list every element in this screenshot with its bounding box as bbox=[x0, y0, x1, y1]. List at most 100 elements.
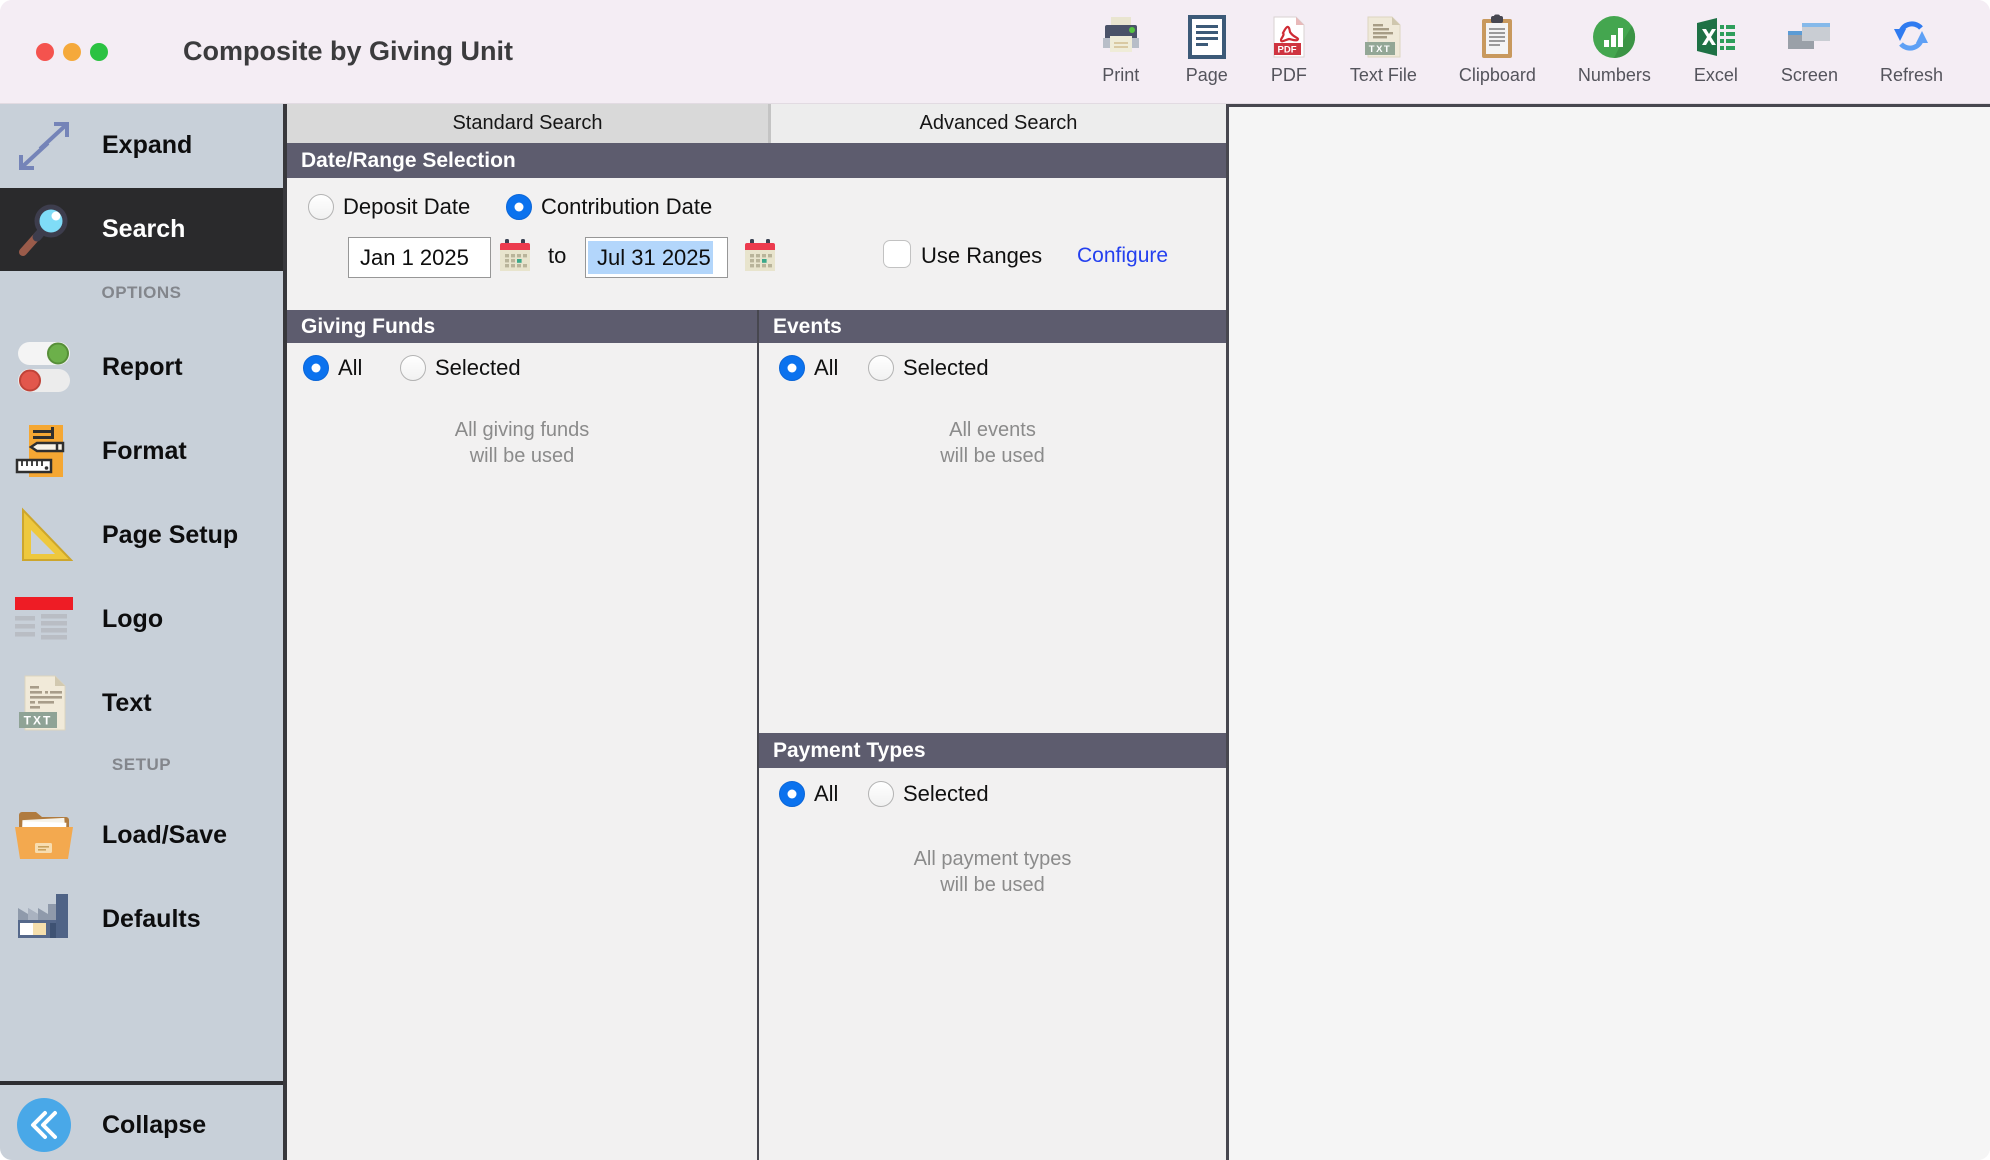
sidebar-item-format[interactable]: Format bbox=[0, 409, 283, 493]
events-selected-radio[interactable] bbox=[868, 355, 894, 381]
from-date-calendar-button[interactable] bbox=[499, 239, 531, 273]
use-ranges-checkbox[interactable] bbox=[883, 240, 911, 268]
payment-types-selected-label[interactable]: Selected bbox=[903, 781, 989, 807]
events-selected-label[interactable]: Selected bbox=[903, 355, 989, 381]
sidebar-item-collapse[interactable]: Collapse bbox=[0, 1087, 283, 1160]
tab-advanced-search[interactable]: Advanced Search bbox=[771, 103, 1226, 143]
giving-funds-selected-label[interactable]: Selected bbox=[435, 355, 521, 381]
giving-funds-all-radio[interactable] bbox=[303, 355, 329, 381]
date-range-section-body: Deposit Date Contribution Date Jan 1 202… bbox=[287, 178, 1226, 310]
text-file-button[interactable]: TXT Text File bbox=[1329, 12, 1438, 86]
calendar-icon bbox=[499, 239, 531, 273]
app-window: Composite by Giving Unit Print bbox=[0, 0, 1990, 1160]
configure-link[interactable]: Configure bbox=[1077, 244, 1168, 268]
payment-types-section-header: Payment Types bbox=[759, 733, 1226, 768]
giving-funds-selected-group[interactable]: Selected bbox=[400, 355, 521, 381]
folder-icon bbox=[12, 807, 76, 863]
sidebar-item-logo[interactable]: Logo bbox=[0, 577, 283, 661]
sidebar-item-label: Report bbox=[102, 353, 183, 382]
print-button[interactable]: Print bbox=[1077, 12, 1165, 86]
contribution-date-radio[interactable] bbox=[506, 194, 532, 220]
clipboard-button[interactable]: Clipboard bbox=[1438, 12, 1557, 86]
sidebar-item-label: Text bbox=[102, 689, 152, 718]
payment-types-all-radio[interactable] bbox=[779, 781, 805, 807]
deposit-date-radio[interactable] bbox=[308, 194, 334, 220]
sidebar-item-text[interactable]: TXT Text bbox=[0, 661, 283, 745]
deposit-date-radio-group[interactable]: Deposit Date bbox=[308, 194, 470, 220]
date-range-section-header: Date/Range Selection bbox=[287, 143, 1226, 178]
contribution-date-label[interactable]: Contribution Date bbox=[541, 194, 712, 220]
tab-standard-search[interactable]: Standard Search bbox=[287, 103, 771, 143]
sidebar-item-report[interactable]: Report bbox=[0, 325, 283, 409]
pdf-button[interactable]: PDF PDF bbox=[1249, 12, 1329, 86]
giving-funds-body: All Selected All giving funds will be us… bbox=[287, 343, 757, 1160]
payment-types-title: Payment Types bbox=[759, 733, 1226, 768]
giving-funds-title: Giving Funds bbox=[287, 310, 757, 343]
refresh-icon bbox=[1888, 12, 1934, 62]
screen-label: Screen bbox=[1781, 65, 1838, 86]
from-date-input[interactable]: Jan 1 2025 bbox=[348, 237, 491, 278]
use-ranges-label[interactable]: Use Ranges bbox=[921, 243, 1042, 269]
collapse-icon bbox=[12, 1096, 76, 1154]
zoom-window-button[interactable] bbox=[90, 43, 108, 61]
sidebar-item-label: Collapse bbox=[102, 1111, 206, 1140]
collapse-separator bbox=[0, 1081, 283, 1085]
minimize-window-button[interactable] bbox=[63, 43, 81, 61]
sidebar-item-load-save[interactable]: Load/Save bbox=[0, 793, 283, 877]
giving-funds-helper-text: All giving funds will be used bbox=[287, 417, 757, 469]
page-label: Page bbox=[1186, 65, 1228, 86]
giving-funds-all-label[interactable]: All bbox=[338, 355, 362, 381]
sidebar-item-label: Load/Save bbox=[102, 821, 227, 850]
payment-types-all-label[interactable]: All bbox=[814, 781, 838, 807]
payment-types-selected-radio[interactable] bbox=[868, 781, 894, 807]
screen-button[interactable]: Screen bbox=[1760, 12, 1859, 86]
sidebar-item-label: Page Setup bbox=[102, 521, 238, 550]
giving-funds-all-group[interactable]: All bbox=[303, 355, 362, 381]
pdf-badge-text: PDF bbox=[1277, 45, 1296, 56]
events-all-label[interactable]: All bbox=[814, 355, 838, 381]
numbers-icon bbox=[1591, 12, 1637, 62]
sidebar-item-label: Search bbox=[102, 215, 185, 244]
numbers-button[interactable]: Numbers bbox=[1557, 12, 1672, 86]
giving-funds-section-header: Giving Funds bbox=[287, 310, 757, 343]
print-label: Print bbox=[1102, 65, 1139, 86]
sidebar-item-search[interactable]: Search bbox=[0, 188, 283, 271]
payment-types-all-group[interactable]: All bbox=[779, 781, 838, 807]
payment-types-selected-group[interactable]: Selected bbox=[868, 781, 989, 807]
sidebar-item-defaults[interactable]: Defaults bbox=[0, 877, 283, 961]
report-preview-area bbox=[1226, 103, 1990, 1160]
to-date-value: Jul 31 2025 bbox=[588, 241, 713, 274]
pdf-icon: PDF bbox=[1270, 12, 1308, 62]
window-title: Composite by Giving Unit bbox=[183, 36, 513, 67]
toolbar: Print Page bbox=[1077, 12, 1964, 86]
events-selected-group[interactable]: Selected bbox=[868, 355, 989, 381]
sidebar-item-expand[interactable]: Expand bbox=[0, 103, 283, 188]
events-all-group[interactable]: All bbox=[779, 355, 838, 381]
events-all-radio[interactable] bbox=[779, 355, 805, 381]
refresh-label: Refresh bbox=[1880, 65, 1943, 86]
date-range-section-title: Date/Range Selection bbox=[287, 143, 1226, 178]
sidebar-item-label: Format bbox=[102, 437, 187, 466]
page-icon bbox=[1187, 12, 1227, 62]
payment-types-helper-text: All payment types will be used bbox=[759, 846, 1226, 898]
deposit-date-label[interactable]: Deposit Date bbox=[343, 194, 470, 220]
refresh-button[interactable]: Refresh bbox=[1859, 12, 1964, 86]
excel-button[interactable]: Excel bbox=[1672, 12, 1760, 86]
events-body: All Selected All events will be used bbox=[759, 343, 1226, 733]
close-window-button[interactable] bbox=[36, 43, 54, 61]
screen-icon bbox=[1784, 12, 1834, 62]
clipboard-icon bbox=[1479, 12, 1515, 62]
text-file-icon: TXT bbox=[1363, 12, 1403, 62]
to-date-calendar-button[interactable] bbox=[744, 239, 776, 273]
pdf-label: PDF bbox=[1271, 65, 1307, 86]
giving-funds-selected-radio[interactable] bbox=[400, 355, 426, 381]
contribution-date-radio-group[interactable]: Contribution Date bbox=[506, 194, 712, 220]
sidebar-txt-badge-text: TXT bbox=[24, 714, 53, 728]
sidebar-item-page-setup[interactable]: Page Setup bbox=[0, 493, 283, 577]
sidebar-border bbox=[283, 103, 287, 1160]
calendar-icon bbox=[744, 239, 776, 273]
page-button[interactable]: Page bbox=[1165, 12, 1249, 86]
to-date-input[interactable]: Jul 31 2025 bbox=[585, 237, 728, 278]
sidebar-item-label: Expand bbox=[102, 131, 192, 160]
search-icon bbox=[12, 202, 76, 258]
